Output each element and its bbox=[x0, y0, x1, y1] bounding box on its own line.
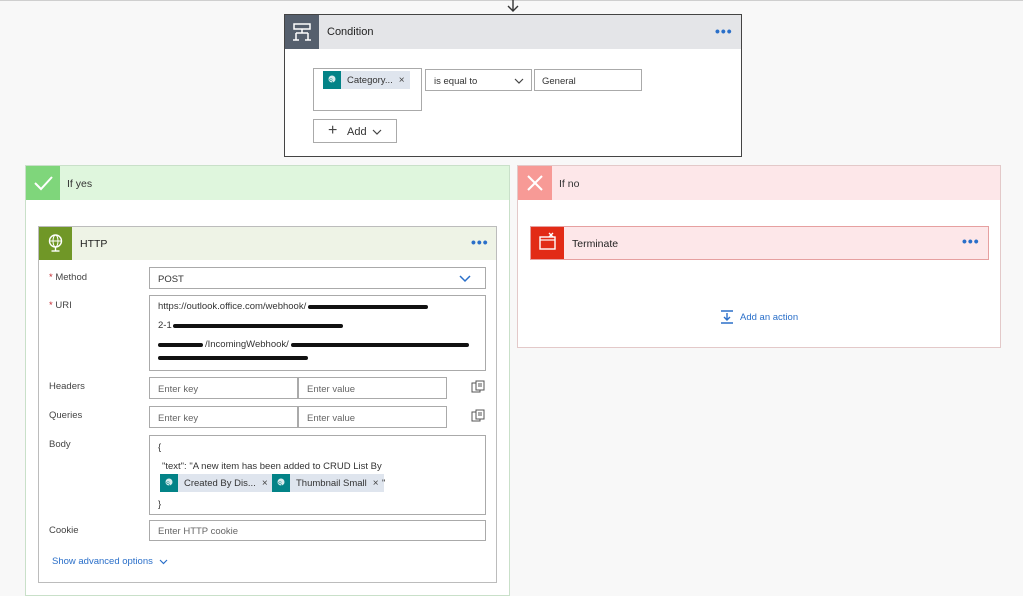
method-select[interactable]: POST bbox=[149, 267, 486, 289]
created-by-token-label: Created By Dis... bbox=[184, 477, 256, 489]
svg-text:S: S bbox=[278, 482, 282, 488]
condition-title: Condition bbox=[327, 26, 374, 38]
body-label: Body bbox=[49, 439, 71, 450]
switch-to-text-mode-icon[interactable] bbox=[471, 380, 485, 394]
thumbnail-token-label: Thumbnail Small bbox=[296, 477, 367, 489]
if-yes-header: If yes bbox=[26, 166, 509, 200]
sharepoint-icon: S bbox=[160, 474, 178, 492]
if-yes-label: If yes bbox=[67, 178, 93, 190]
close-icon bbox=[518, 166, 552, 200]
uri-line: https://outlook.office.com/webhook/ bbox=[158, 301, 429, 312]
if-no-label: If no bbox=[559, 178, 580, 190]
placeholder-text: Enter key bbox=[158, 384, 199, 395]
condition-more-icon[interactable]: ••• bbox=[715, 23, 733, 39]
condition-card[interactable]: Condition ••• S Category... × is equal t… bbox=[284, 14, 742, 157]
redaction-mark bbox=[158, 342, 203, 347]
method-value: POST bbox=[158, 274, 184, 285]
body-brace: } bbox=[158, 499, 162, 510]
redaction-mark bbox=[172, 323, 343, 328]
http-header[interactable]: HTTP ••• bbox=[39, 227, 496, 260]
switch-to-text-mode-icon[interactable] bbox=[471, 409, 485, 423]
add-button[interactable]: + Add bbox=[313, 119, 397, 143]
terminate-title: Terminate bbox=[572, 238, 619, 250]
http-title: HTTP bbox=[80, 238, 108, 250]
placeholder-text: Enter value bbox=[307, 413, 356, 424]
category-token-label: Category... bbox=[347, 74, 393, 86]
queries-key-input[interactable]: Enter key bbox=[149, 406, 298, 428]
add-an-action-link[interactable]: Add an action bbox=[719, 309, 798, 325]
condition-value-text: General bbox=[542, 76, 576, 87]
chevron-down-icon bbox=[372, 129, 382, 135]
body-text: "text": "A new item has been added to CR… bbox=[162, 461, 382, 472]
plus-icon: + bbox=[328, 122, 338, 139]
svg-text:S: S bbox=[166, 482, 170, 488]
chevron-down-icon bbox=[514, 78, 524, 84]
remove-token-icon[interactable]: × bbox=[399, 75, 410, 86]
if-no-header: If no bbox=[518, 166, 1000, 200]
placeholder-text: Enter key bbox=[158, 413, 199, 424]
uri-line: 2-1 bbox=[158, 320, 343, 331]
http-more-icon[interactable]: ••• bbox=[471, 234, 489, 250]
globe-icon bbox=[39, 227, 72, 260]
sharepoint-icon: S bbox=[272, 474, 290, 492]
condition-header[interactable]: Condition ••• bbox=[285, 15, 741, 49]
uri-input[interactable]: https://outlook.office.com/webhook/ 2-1 … bbox=[149, 295, 486, 371]
uri-line bbox=[158, 356, 308, 360]
redaction-mark bbox=[158, 356, 308, 360]
body-brace: { bbox=[158, 442, 162, 453]
if-no-panel: If no Terminate ••• Add an action bbox=[517, 165, 1001, 348]
terminate-more-icon[interactable]: ••• bbox=[962, 233, 980, 249]
advanced-link-label: Show advanced options bbox=[52, 556, 153, 567]
condition-value-input[interactable]: General bbox=[534, 69, 642, 91]
uri-line: /IncomingWebhook/ bbox=[158, 339, 469, 350]
category-token[interactable]: S Category... × bbox=[323, 71, 410, 89]
cookie-input[interactable]: Enter HTTP cookie bbox=[149, 520, 486, 541]
terminate-icon bbox=[531, 227, 564, 259]
arrow-down-icon bbox=[507, 0, 519, 12]
condition-icon bbox=[285, 15, 319, 49]
placeholder-text: Enter HTTP cookie bbox=[158, 526, 239, 537]
created-by-token[interactable]: S Created By Dis... × bbox=[160, 474, 273, 492]
svg-text:S: S bbox=[329, 79, 333, 85]
operator-value: is equal to bbox=[434, 76, 478, 87]
headers-label: Headers bbox=[49, 381, 85, 392]
placeholder-text: Enter value bbox=[307, 384, 356, 395]
add-an-action-label: Add an action bbox=[740, 311, 799, 323]
chevron-down-icon bbox=[459, 275, 471, 283]
queries-value-input[interactable]: Enter value bbox=[298, 406, 447, 428]
method-label: * Method bbox=[49, 272, 88, 283]
chevron-down-icon bbox=[159, 559, 168, 564]
body-quote: " bbox=[382, 478, 386, 489]
sharepoint-icon: S bbox=[323, 71, 341, 89]
queries-label: Queries bbox=[49, 410, 83, 421]
add-button-label: Add bbox=[347, 126, 367, 138]
http-action-card[interactable]: HTTP ••• * Method POST * URI https://out… bbox=[38, 226, 497, 583]
if-yes-panel: If yes HTTP ••• * Method POST * URI http… bbox=[25, 165, 510, 596]
operator-select[interactable]: is equal to bbox=[425, 69, 532, 91]
terminate-action-card[interactable]: Terminate ••• bbox=[530, 226, 989, 260]
uri-label: * URI bbox=[49, 300, 72, 311]
redaction-mark bbox=[308, 304, 429, 309]
show-advanced-options-link[interactable]: Show advanced options bbox=[52, 556, 168, 567]
headers-value-input[interactable]: Enter value bbox=[298, 377, 447, 399]
body-input[interactable]: { "text": "A new item has been added to … bbox=[149, 435, 486, 515]
cookie-label: Cookie bbox=[49, 525, 79, 536]
thumbnail-token[interactable]: S Thumbnail Small × bbox=[272, 474, 384, 492]
redaction-mark bbox=[290, 342, 469, 347]
headers-key-input[interactable]: Enter key bbox=[149, 377, 298, 399]
add-action-icon bbox=[721, 310, 733, 324]
checkmark-icon bbox=[26, 166, 60, 200]
